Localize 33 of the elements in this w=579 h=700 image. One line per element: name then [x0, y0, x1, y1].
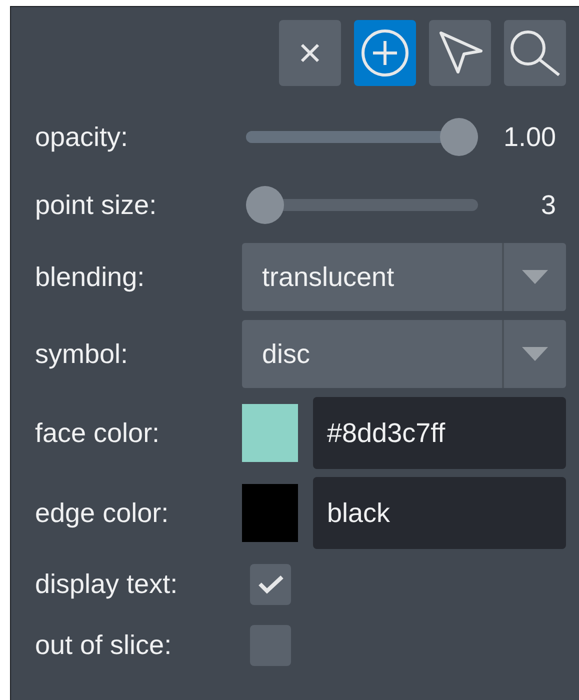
cursor-arrow-icon	[437, 30, 483, 76]
slider-value: 1.00	[503, 122, 557, 152]
dropdown[interactable]: disc	[242, 320, 566, 388]
dropdown[interactable]: translucent	[242, 243, 566, 311]
color-swatch[interactable]	[242, 404, 298, 462]
slider-handle[interactable]	[440, 118, 478, 156]
mode-button[interactable]	[429, 20, 491, 86]
checkbox[interactable]	[250, 564, 291, 604]
mode-button[interactable]	[279, 20, 341, 86]
field-label: blending:	[35, 260, 146, 294]
slider[interactable]	[246, 186, 478, 224]
mode-button[interactable]	[504, 20, 566, 86]
color-input[interactable]: black	[313, 477, 566, 549]
color-swatch[interactable]	[242, 484, 298, 542]
slider-value: 3	[540, 190, 557, 220]
add-circle-icon	[360, 28, 410, 78]
checkmark-icon	[258, 574, 284, 594]
checkbox[interactable]	[250, 624, 291, 666]
field-label: point size:	[35, 188, 158, 222]
slider-handle[interactable]	[246, 186, 284, 224]
search-icon	[509, 29, 561, 77]
field-label: display text:	[35, 568, 179, 601]
close-icon	[299, 42, 321, 64]
color-input[interactable]: #8dd3c7ff	[313, 397, 566, 469]
mode-button[interactable]	[354, 20, 416, 86]
field-label: out of slice:	[35, 628, 173, 662]
field-label: opacity:	[35, 120, 130, 154]
field-label: symbol:	[35, 338, 130, 371]
caret-icon	[522, 270, 548, 284]
caret-icon	[522, 347, 548, 361]
field-label: face color:	[35, 416, 161, 450]
slider[interactable]	[246, 118, 478, 156]
field-label: edge color:	[35, 496, 170, 530]
